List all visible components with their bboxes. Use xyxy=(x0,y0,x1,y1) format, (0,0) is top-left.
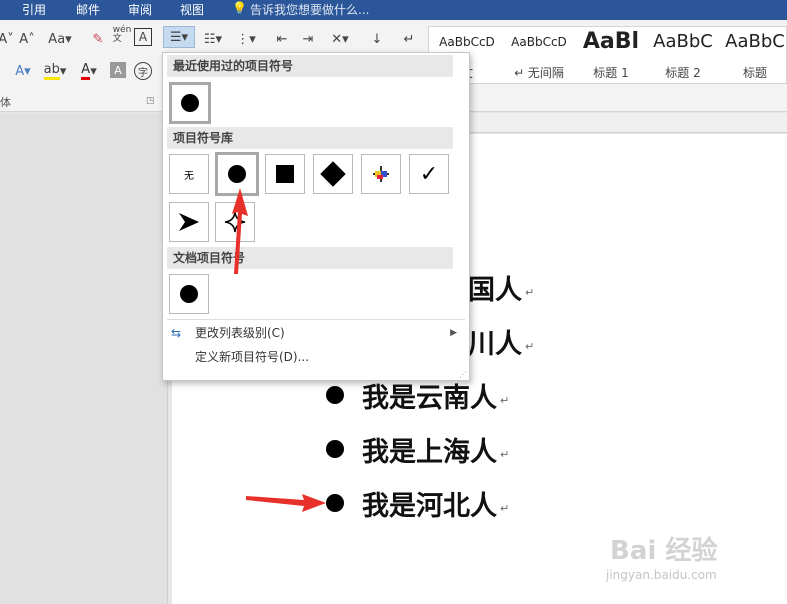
red-arrow-icon xyxy=(246,494,326,512)
ribbon-tab-bar: 引用 邮件 审阅 视图 💡 告诉我您想要做什么... xyxy=(0,0,787,20)
phonetic-guide-icon[interactable]: wén 文 xyxy=(112,24,132,46)
increase-indent-icon[interactable]: ⇥ xyxy=(298,28,318,50)
doc-line-5: 我是河北人 ↵ xyxy=(326,486,510,522)
bullet-square-option[interactable] xyxy=(265,154,305,194)
none-label: 无 xyxy=(184,170,194,182)
paragraph-mark: ↵ xyxy=(500,393,510,407)
bullet-diamond-option[interactable] xyxy=(313,154,353,194)
change-list-level-label: 更改列表级别(C) xyxy=(195,326,285,340)
paragraph-mark: ↵ xyxy=(525,339,535,353)
multilevel-list-button[interactable]: ⋮▾ xyxy=(232,28,260,50)
bullet-check-option[interactable]: ✓ xyxy=(409,154,449,194)
tab-view[interactable]: 视图 xyxy=(180,1,204,18)
colored-star-bullet-icon xyxy=(373,166,389,182)
tab-mailings[interactable]: 邮件 xyxy=(76,1,100,18)
bullets-button[interactable]: ☰▾ xyxy=(163,26,195,48)
doc-line-1-text: 国人 xyxy=(468,274,522,306)
recent-bullet-dot[interactable] xyxy=(169,82,211,124)
recent-bullets-header: 最近使用过的项目符号 xyxy=(167,55,453,77)
document-bullet-dot[interactable] xyxy=(169,274,209,314)
bullet-arrow-option[interactable] xyxy=(169,202,209,242)
watermark-url: jingyan.baidu.com xyxy=(606,568,717,582)
square-bullet-icon xyxy=(276,165,294,183)
tab-review[interactable]: 审阅 xyxy=(128,1,152,18)
bullet-dot-icon xyxy=(326,440,344,458)
watermark-logo: Bai 经验 xyxy=(610,536,718,566)
clear-format-icon[interactable]: ✎ xyxy=(88,28,108,50)
sort-icon[interactable]: ↓ xyxy=(368,28,386,50)
bullet-none-option[interactable]: 无 xyxy=(169,154,209,194)
paragraph-mark: ↵ xyxy=(500,501,510,515)
diamond-bullet-icon xyxy=(320,161,346,187)
doc-line-4-text: 我是上海人 xyxy=(362,436,497,468)
font-group-label: 体 xyxy=(0,96,11,109)
dot-bullet-icon xyxy=(181,94,199,112)
change-case-icon[interactable]: Aa▾ xyxy=(46,28,74,50)
doc-line-5-text: 我是河北人 xyxy=(362,490,497,522)
doc-line-1: 国人 ↵ xyxy=(468,270,535,306)
change-list-level-item[interactable]: ⇆ 更改列表级别(C) ▶ xyxy=(167,321,465,345)
tab-references[interactable]: 引用 xyxy=(22,1,46,18)
style-heading2[interactable]: AaBbC 标题 2 xyxy=(647,27,719,83)
doc-line-3: 我是云南人 ↵ xyxy=(326,378,510,414)
bullet-library-header: 项目符号库 xyxy=(167,127,453,149)
char-shading-icon[interactable]: A xyxy=(110,62,126,78)
menu-divider xyxy=(167,319,465,320)
styles-gallery: AaBbCcD 文 AaBbCcD ↵ 无间隔 AaBl 标题 1 AaBbC … xyxy=(428,26,787,84)
grow-font-icon[interactable]: A˄ xyxy=(19,28,34,50)
resize-grip-icon[interactable]: ⋰ xyxy=(459,370,467,379)
char-border-icon[interactable]: A xyxy=(134,28,152,46)
font-color-icon[interactable]: A ▾ xyxy=(76,60,102,82)
dot-bullet-icon xyxy=(228,165,246,183)
define-new-bullet-label: 定义新项目符号(D)... xyxy=(195,350,310,364)
text-effects-icon[interactable]: A▾ xyxy=(8,60,38,82)
submenu-arrow-icon: ▶ xyxy=(450,328,457,338)
dialog-launcher-icon[interactable]: ◳ xyxy=(146,96,155,106)
lightbulb-icon: 💡 xyxy=(232,1,247,15)
chinese-layout-icon[interactable]: ✕▾ xyxy=(326,28,354,50)
bullet-star-option[interactable] xyxy=(361,154,401,194)
paragraph-mark: ↵ xyxy=(525,285,535,299)
define-new-bullet-item[interactable]: 定义新项目符号(D)... xyxy=(167,345,465,369)
style-no-spacing[interactable]: AaBbCcD ↵ 无间隔 xyxy=(503,27,575,83)
bullets-dropdown: 最近使用过的项目符号 项目符号库 无 ✓ 文档项目符号 ⇆ 更改列表级别(C) … xyxy=(162,52,470,381)
style-heading1[interactable]: AaBl 标题 1 xyxy=(575,27,647,83)
numbering-button[interactable]: ☷▾ xyxy=(198,28,228,50)
doc-line-2: 川人 ↵ xyxy=(468,324,535,360)
check-bullet-icon: ✓ xyxy=(419,161,439,187)
bullet-dot-icon xyxy=(326,494,344,512)
enclose-char-icon[interactable]: 字 xyxy=(134,62,152,80)
red-arrow-up-icon xyxy=(232,188,248,274)
tell-me-box[interactable]: 告诉我您想要做什么... xyxy=(250,1,369,18)
show-marks-icon[interactable]: ↵ xyxy=(400,28,418,50)
doc-line-3-text: 我是云南人 xyxy=(362,382,497,414)
doc-line-4: 我是上海人 ↵ xyxy=(326,432,510,468)
navigation-pane xyxy=(0,113,168,604)
list-level-icon: ⇆ xyxy=(171,326,182,340)
highlight-icon[interactable]: ab ▾ xyxy=(40,60,70,82)
decrease-indent-icon[interactable]: ⇤ xyxy=(272,28,292,50)
bullet-dot-icon xyxy=(326,386,344,404)
style-title[interactable]: AaBbC 标题 xyxy=(719,27,787,83)
document-bullets-header: 文档项目符号 xyxy=(167,247,453,269)
paragraph-mark: ↵ xyxy=(500,447,510,461)
dot-bullet-icon xyxy=(180,285,198,303)
shrink-font-icon[interactable]: A˅ xyxy=(0,28,14,50)
arrowhead-bullet-icon xyxy=(179,213,199,231)
doc-line-2-text: 川人 xyxy=(468,328,522,360)
